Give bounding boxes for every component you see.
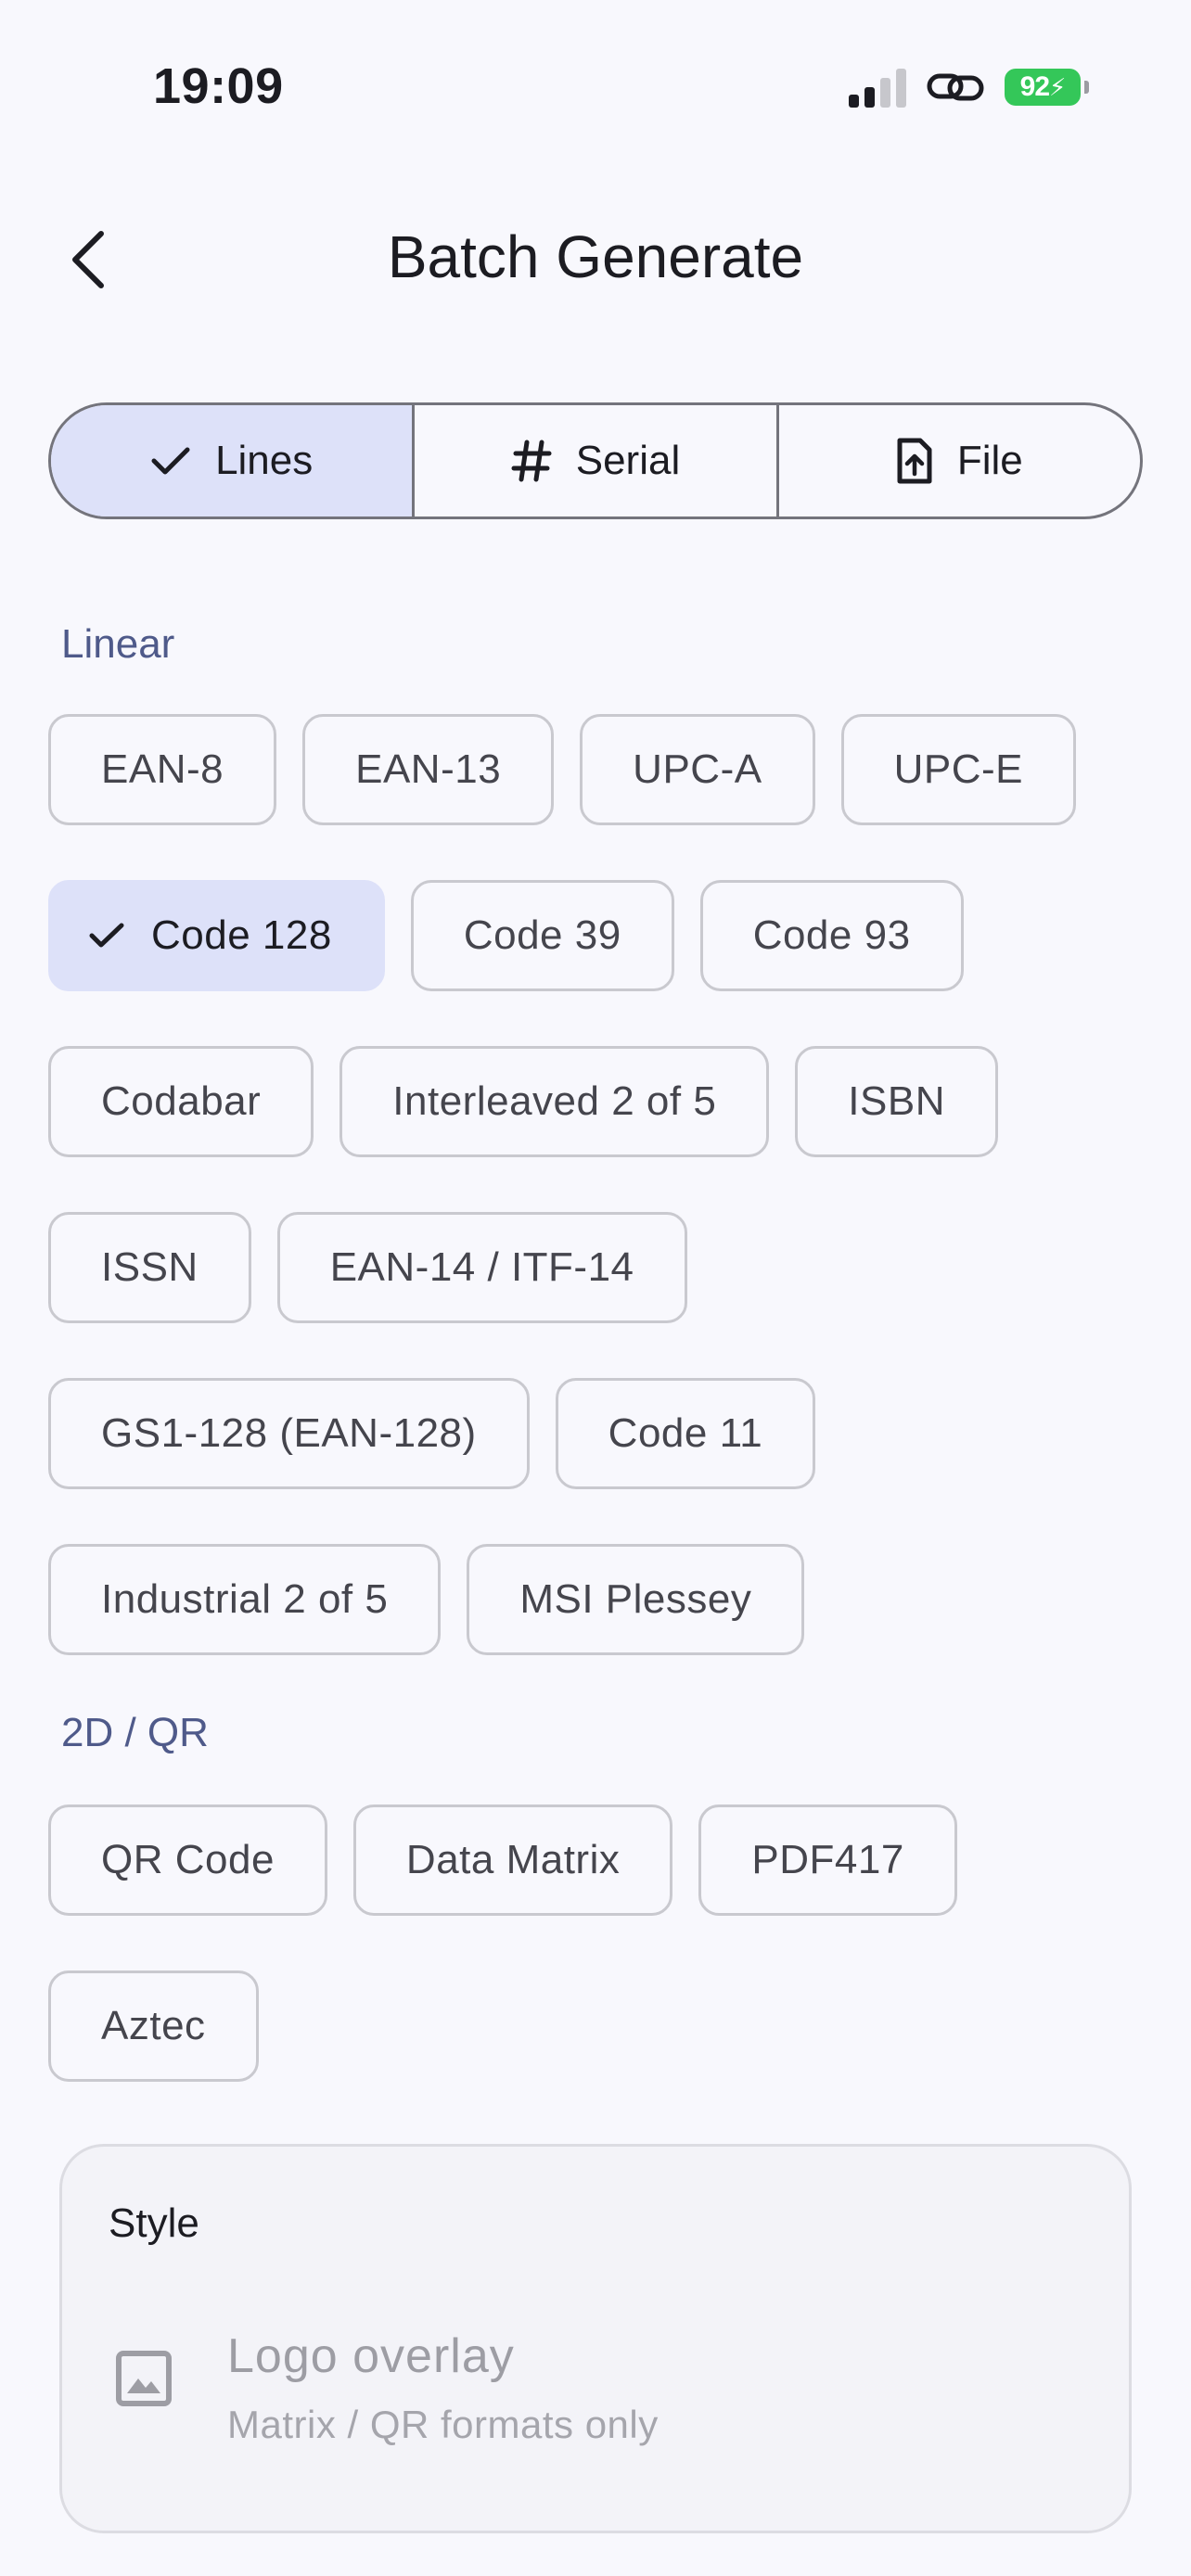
chip-industrial-2-of-5[interactable]: Industrial 2 of 5 [48, 1544, 442, 1655]
section-label-linear: Linear [61, 621, 175, 667]
signal-icon [849, 67, 906, 108]
style-card: Style Logo overlay Matrix / QR formats o… [59, 2144, 1132, 2533]
chip-isbn[interactable]: ISBN [795, 1046, 998, 1157]
image-icon [116, 2351, 172, 2406]
segment-serial[interactable]: Serial [415, 405, 779, 516]
chip-ean-14-itf-14[interactable]: EAN-14 / ITF-14 [276, 1212, 687, 1323]
chip-row: GS1-128 (EAN-128) Code 11 [48, 1378, 816, 1489]
chip-qr-code[interactable]: QR Code [48, 1804, 327, 1916]
chip-label: Code 128 [151, 912, 332, 958]
chip-upc-e[interactable]: UPC-E [840, 714, 1076, 825]
battery-level: 92 [1019, 71, 1050, 102]
file-upload-icon [897, 438, 932, 484]
chip-code-128[interactable]: Code 128 [48, 880, 385, 991]
logo-overlay-subtitle: Matrix / QR formats only [227, 2403, 659, 2446]
battery-icon: 92 ⚡ [1005, 69, 1089, 106]
logo-overlay-title: Logo overlay [227, 2329, 515, 2383]
check-icon [151, 447, 190, 475]
chip-ean-8[interactable]: EAN-8 [48, 714, 277, 825]
status-icons: 92 ⚡ [849, 67, 1089, 108]
batch-generate-screen: 19:09 92 ⚡ Batch Generate Lines Serial F… [0, 0, 1191, 2576]
chip-code-11[interactable]: Code 11 [555, 1378, 816, 1489]
segment-label: Lines [215, 438, 314, 483]
style-title: Style [109, 2200, 199, 2246]
chip-ean-13[interactable]: EAN-13 [302, 714, 555, 825]
chip-aztec[interactable]: Aztec [48, 1970, 259, 2082]
segment-label: File [956, 438, 1023, 483]
chip-row: EAN-8 EAN-13 UPC-A UPC-E [48, 714, 1076, 825]
section-label-2d-qr: 2D / QR [61, 1710, 209, 1755]
chip-row: Aztec [48, 1970, 259, 2082]
chip-row: Industrial 2 of 5 MSI Plessey [48, 1544, 805, 1655]
chip-row: Code 128 Code 39 Code 93 [48, 880, 964, 991]
chip-msi-plessey[interactable]: MSI Plessey [467, 1544, 805, 1655]
chip-gs1-128[interactable]: GS1-128 (EAN-128) [48, 1378, 530, 1489]
chip-upc-a[interactable]: UPC-A [580, 714, 815, 825]
chip-row: ISSN EAN-14 / ITF-14 [48, 1212, 687, 1323]
chip-code-39[interactable]: Code 39 [410, 880, 674, 991]
page-title: Batch Generate [387, 223, 804, 290]
hash-icon [511, 440, 552, 482]
chip-row: Codabar Interleaved 2 of 5 ISBN [48, 1046, 998, 1157]
chip-interleaved-2-of-5[interactable]: Interleaved 2 of 5 [339, 1046, 770, 1157]
segment-label: Serial [575, 438, 681, 483]
segment-file[interactable]: File [779, 405, 1140, 516]
chip-issn[interactable]: ISSN [48, 1212, 251, 1323]
chip-code-93[interactable]: Code 93 [699, 880, 964, 991]
status-time: 19:09 [153, 58, 284, 114]
link-icon [927, 73, 984, 101]
chip-codabar[interactable]: Codabar [48, 1046, 314, 1157]
mode-segmented-control: Lines Serial File [48, 402, 1143, 519]
chip-data-matrix[interactable]: Data Matrix [352, 1804, 673, 1916]
chip-pdf417[interactable]: PDF417 [698, 1804, 957, 1916]
segment-lines[interactable]: Lines [51, 405, 416, 516]
check-icon [89, 923, 124, 948]
chip-row: QR Code Data Matrix PDF417 [48, 1804, 957, 1916]
